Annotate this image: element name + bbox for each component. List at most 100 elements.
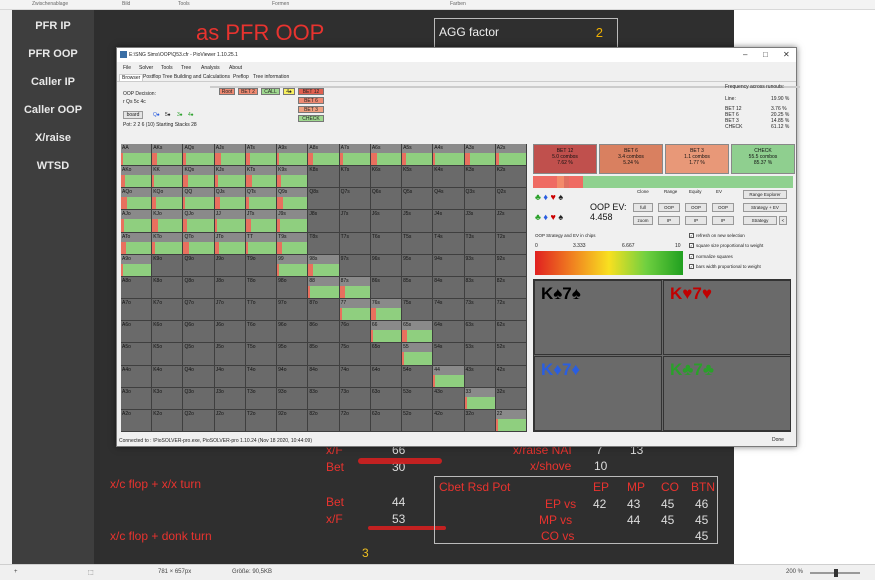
hand-cell[interactable]: 88 bbox=[308, 276, 340, 300]
tree-node-bet6[interactable]: BET 6 bbox=[298, 97, 324, 104]
tree-node-bet12[interactable]: BET 12 bbox=[298, 88, 324, 95]
ip-range-button[interactable]: IP bbox=[658, 216, 680, 225]
tree-node-bet3[interactable]: BET 3 bbox=[298, 106, 324, 113]
hand-cell[interactable]: ATo bbox=[121, 232, 153, 255]
hand-cell[interactable]: 95s bbox=[402, 254, 434, 277]
hand-cell[interactable]: 44 bbox=[433, 365, 465, 388]
menu-solver[interactable]: Solver bbox=[139, 65, 153, 71]
hand-cell[interactable]: T5o bbox=[245, 343, 278, 366]
hand-cell[interactable]: 97o bbox=[277, 299, 309, 322]
ip-ev-button[interactable]: IP bbox=[712, 216, 734, 225]
hand-cell[interactable]: AKo bbox=[121, 166, 153, 189]
hand-cell[interactable]: 66 bbox=[370, 321, 403, 344]
hand-cell[interactable]: 72o bbox=[339, 409, 371, 432]
combo-card[interactable]: K♠7♠ bbox=[534, 280, 662, 355]
suit-selector[interactable]: ♣ ♦ ♥ ♠ bbox=[535, 212, 563, 222]
hand-cell[interactable]: 53s bbox=[464, 343, 496, 366]
hand-cell[interactable]: A5o bbox=[121, 343, 153, 366]
hand-cell[interactable]: 33 bbox=[464, 387, 496, 410]
hand-cell[interactable]: AJo bbox=[121, 210, 153, 233]
hand-cell[interactable]: T2o bbox=[245, 409, 278, 432]
bet-size-box[interactable]: BET 3 1.1 combos 1.77 % bbox=[665, 144, 729, 174]
hand-cell[interactable]: 95o bbox=[277, 343, 309, 366]
hand-cell[interactable]: J8o bbox=[214, 276, 246, 300]
oop-ev-button[interactable]: OOP bbox=[712, 203, 734, 212]
hand-cell[interactable]: 82o bbox=[308, 409, 340, 432]
tab-postflop[interactable]: Postflop Tree Building and Calculations bbox=[141, 74, 232, 80]
plus-icon[interactable]: + bbox=[14, 569, 18, 575]
menu-tree[interactable]: Tree bbox=[181, 65, 191, 71]
nav-item-caller-ip[interactable]: Caller IP bbox=[12, 76, 94, 88]
hand-cell[interactable]: T7s bbox=[339, 232, 371, 255]
hand-cell[interactable]: K8o bbox=[152, 276, 184, 300]
menu-file[interactable]: File bbox=[123, 65, 131, 71]
checkbox-refresh[interactable]: ✓ refresh on new selection bbox=[689, 233, 745, 239]
hand-cell[interactable]: 85o bbox=[308, 343, 340, 366]
full-button[interactable]: full bbox=[633, 203, 653, 212]
hand-cell[interactable]: A6o bbox=[121, 321, 153, 344]
ribbon-item[interactable]: Farben bbox=[450, 1, 466, 7]
hand-cell[interactable]: QJs bbox=[214, 188, 246, 211]
hand-cell[interactable]: K6o bbox=[152, 321, 184, 344]
hand-cell[interactable]: K9s bbox=[277, 166, 309, 189]
hand-cell[interactable]: J5s bbox=[402, 210, 434, 233]
hand-cell[interactable]: 75s bbox=[402, 299, 434, 322]
hand-cell[interactable]: AQs bbox=[183, 144, 215, 167]
maximize-icon[interactable]: □ bbox=[763, 50, 768, 59]
hand-cell[interactable]: KK bbox=[152, 166, 184, 189]
hand-cell[interactable]: AKs bbox=[152, 144, 184, 167]
close-icon[interactable]: ✕ bbox=[783, 50, 790, 59]
hand-cell[interactable]: T6o bbox=[245, 321, 278, 344]
tab-tree-info[interactable]: Tree information bbox=[251, 74, 291, 80]
hand-cell[interactable]: J5o bbox=[214, 343, 246, 366]
hand-cell[interactable]: 99 bbox=[277, 254, 309, 277]
hand-cell[interactable]: 94s bbox=[433, 254, 465, 277]
hand-cell[interactable]: 43o bbox=[433, 387, 465, 410]
hand-cell[interactable]: Q3o bbox=[183, 387, 215, 410]
hand-cell[interactable]: J7s bbox=[339, 210, 371, 233]
hand-cell[interactable]: J3s bbox=[464, 210, 496, 233]
hand-cell[interactable]: ATs bbox=[245, 144, 278, 167]
hand-cell[interactable]: Q3s bbox=[464, 188, 496, 211]
hand-cell[interactable]: T3o bbox=[245, 387, 278, 410]
hand-cell[interactable]: Q9s bbox=[277, 188, 309, 211]
combo-card[interactable]: K♣7♣ bbox=[663, 356, 791, 431]
tree-node-bet2[interactable]: BET 2 bbox=[238, 88, 258, 95]
checkbox-bars-width[interactable]: ✓ bars width proportional to weight bbox=[689, 264, 761, 270]
hand-cell[interactable]: KTo bbox=[152, 232, 184, 255]
hand-cell[interactable]: K2o bbox=[152, 409, 184, 432]
hand-cell[interactable]: K4s bbox=[433, 166, 465, 189]
hand-cell[interactable]: J8s bbox=[308, 210, 340, 233]
hand-cell[interactable]: A8o bbox=[121, 276, 153, 300]
hand-cell[interactable]: 74s bbox=[433, 299, 465, 322]
hand-cell[interactable]: Q7o bbox=[183, 299, 215, 322]
hand-cell[interactable]: T8s bbox=[308, 232, 340, 255]
hand-cell[interactable]: A5s bbox=[402, 144, 434, 167]
hand-cell[interactable]: AQo bbox=[121, 188, 153, 211]
hand-cell[interactable]: KTs bbox=[245, 166, 278, 189]
hand-cell[interactable]: KJs bbox=[214, 166, 246, 189]
hand-cell[interactable]: A7o bbox=[121, 299, 153, 322]
hand-cell[interactable]: A3o bbox=[121, 387, 153, 410]
hand-cell[interactable]: 62o bbox=[370, 409, 403, 432]
nav-item-pfr-oop[interactable]: PFR OOP bbox=[12, 48, 94, 60]
hand-cell[interactable]: Q9o bbox=[183, 254, 215, 277]
hand-cell[interactable]: 82s bbox=[495, 276, 527, 300]
hand-cell[interactable]: T3s bbox=[464, 232, 496, 255]
hand-cell[interactable]: TT bbox=[245, 232, 278, 255]
hand-cell[interactable]: 55 bbox=[402, 343, 434, 366]
menu-analysis[interactable]: Analysis bbox=[201, 65, 220, 71]
hand-cell[interactable]: A2o bbox=[121, 409, 153, 432]
hand-cell[interactable]: 92s bbox=[495, 254, 527, 277]
hand-cell[interactable]: Q8s bbox=[308, 188, 340, 211]
hand-cell[interactable]: A9s bbox=[277, 144, 309, 167]
ribbon-item[interactable]: Zwischenablage bbox=[32, 1, 68, 7]
range-grid[interactable]: AA AKs AQs AJs ATs A9s A8s A7s A6s A5s A4s A3s A2s AK… bbox=[121, 144, 527, 432]
hand-cell[interactable]: A6s bbox=[370, 144, 403, 167]
menu-about[interactable]: About bbox=[229, 65, 242, 71]
hand-cell[interactable]: 42o bbox=[433, 409, 465, 432]
minimize-icon[interactable]: – bbox=[743, 50, 747, 59]
tree-node-root[interactable]: Root bbox=[219, 88, 235, 95]
nav-item-caller-oop[interactable]: Caller OOP bbox=[12, 104, 94, 116]
hand-cell[interactable]: 93s bbox=[464, 254, 496, 277]
